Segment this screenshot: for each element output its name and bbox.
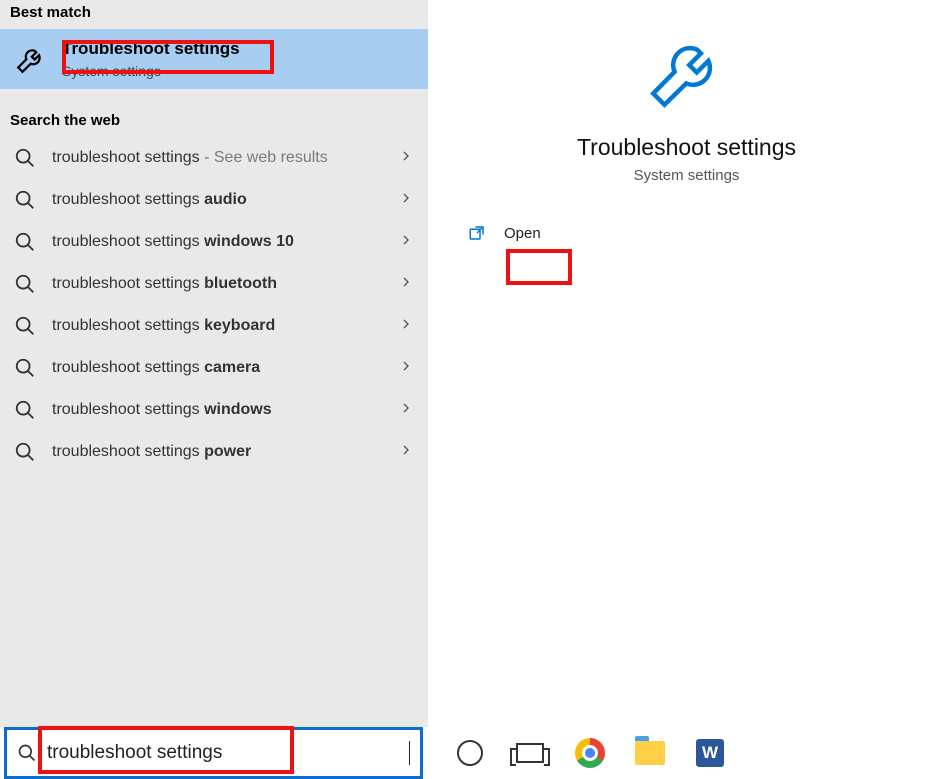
chevron-right-icon [398,232,414,253]
best-match-subtitle: System settings [62,63,240,79]
chevron-right-icon [398,316,414,337]
web-result-item[interactable]: troubleshoot settings camera [0,347,428,389]
chevron-right-icon [398,190,414,211]
preview-subtitle: System settings [634,167,740,184]
best-match-item[interactable]: Troubleshoot settings System settings [0,29,428,90]
web-result-label: troubleshoot settings audio [52,191,382,209]
best-match-header: Best match [0,0,428,29]
search-icon [14,357,36,379]
taskbar-search-box[interactable] [4,727,423,779]
search-icon [14,273,36,295]
open-action[interactable]: Open [458,214,915,252]
web-result-item[interactable]: troubleshoot settings bluetooth [0,263,428,305]
search-results-pane: Best match Troubleshoot settings System … [0,0,428,727]
web-result-item[interactable]: troubleshoot settings audio [0,179,428,221]
wrench-icon [642,26,732,116]
web-result-label: troubleshoot settings windows 10 [52,233,382,251]
chevron-right-icon [398,442,414,463]
best-match-title: Troubleshoot settings [62,39,240,59]
chevron-right-icon [398,400,414,421]
cortana-button[interactable] [453,736,487,770]
task-view-button[interactable] [513,736,547,770]
preview-pane: Troubleshoot settings System settings Op… [428,0,945,727]
word-app-icon[interactable]: W [693,736,727,770]
search-input[interactable] [47,742,399,764]
preview-title: Troubleshoot settings [577,134,796,161]
search-icon [14,441,36,463]
search-icon [14,315,36,337]
web-result-item[interactable]: troubleshoot settings windows 10 [0,221,428,263]
search-icon [14,147,36,169]
web-result-item[interactable]: troubleshoot settings windows [0,389,428,431]
taskbar: W [0,727,945,779]
search-icon [14,189,36,211]
chevron-right-icon [398,274,414,295]
web-result-label: troubleshoot settings - See web results [52,149,382,167]
web-result-label: troubleshoot settings keyboard [52,317,382,335]
web-result-item[interactable]: troubleshoot settings power [0,431,428,473]
search-web-header: Search the web [0,108,428,137]
web-result-label: troubleshoot settings windows [52,401,382,419]
chevron-right-icon [398,358,414,379]
open-label: Open [504,225,541,242]
chrome-app-icon[interactable] [573,736,607,770]
search-icon [14,399,36,421]
web-result-item[interactable]: troubleshoot settings keyboard [0,305,428,347]
search-icon [17,743,37,763]
file-explorer-app-icon[interactable] [633,736,667,770]
wrench-icon [14,42,48,76]
web-result-item[interactable]: troubleshoot settings - See web results [0,137,428,179]
web-result-label: troubleshoot settings camera [52,359,382,377]
web-result-label: troubleshoot settings bluetooth [52,275,382,293]
chevron-right-icon [398,148,414,169]
search-icon [14,231,36,253]
open-icon [466,224,488,242]
web-result-label: troubleshoot settings power [52,443,382,461]
